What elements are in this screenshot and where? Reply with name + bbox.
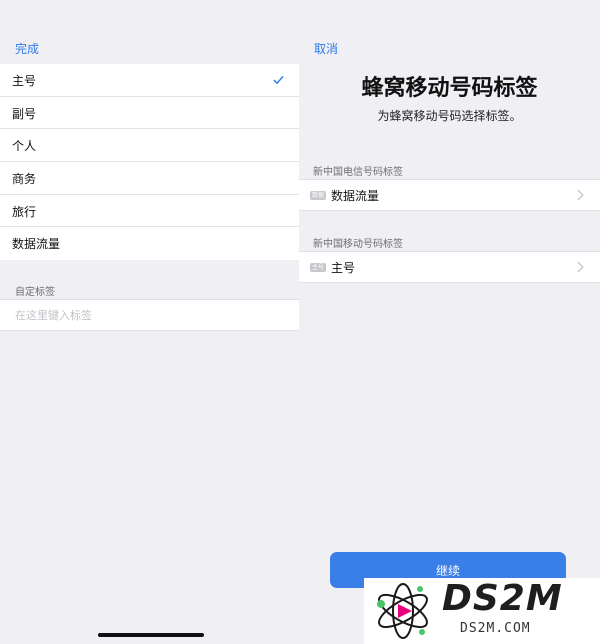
- watermark: DS2M DS2M.COM: [364, 578, 600, 644]
- atom-logo-icon: [377, 583, 428, 639]
- label-list: 主号 副号 个人 商务 旅行 数据流量: [0, 64, 299, 261]
- done-button[interactable]: 完成: [15, 40, 39, 57]
- checkmark-icon: [273, 76, 284, 85]
- line-row-mobile[interactable]: 主号 主号: [299, 251, 600, 283]
- watermark-url: DS2M.COM: [460, 621, 531, 636]
- custom-label-field-container: [0, 299, 299, 331]
- label-option-cellular-data[interactable]: 数据流量: [0, 227, 299, 260]
- cancel-button[interactable]: 取消: [314, 40, 338, 57]
- label-option-text: 旅行: [12, 204, 37, 219]
- line-row-telecom[interactable]: 数据 数据流量: [299, 179, 600, 211]
- home-indicator[interactable]: [98, 633, 204, 637]
- chevron-right-icon: [577, 261, 584, 273]
- label-picker-panel: 完成 主号 副号 个人 商务 旅行 数据流量 自定标签: [0, 0, 299, 644]
- label-option-text: 数据流量: [12, 237, 61, 252]
- label-option-travel[interactable]: 旅行: [0, 195, 299, 228]
- line-label: 主号: [331, 260, 356, 275]
- line-label: 数据流量: [331, 188, 380, 203]
- watermark-brand: DS2M: [442, 578, 563, 619]
- cellular-labels-panel: 取消 蜂窝移动号码标签 为蜂窝移动号码选择标签。 新中国电信号码标签 数据 数据…: [299, 0, 600, 644]
- sim-badge: 数据: [310, 190, 327, 200]
- label-option-business[interactable]: 商务: [0, 162, 299, 195]
- label-option-text: 主号: [12, 73, 37, 88]
- label-option-text: 副号: [12, 106, 37, 121]
- label-option-text: 商务: [12, 171, 37, 186]
- page-title: 蜂窝移动号码标签: [361, 76, 538, 101]
- sim-badge: 主号: [310, 262, 327, 272]
- page-subtitle: 为蜂窝移动号码选择标签。: [377, 109, 522, 123]
- section-header-telecom: 新中国电信号码标签: [313, 167, 403, 178]
- label-option-text: 个人: [12, 139, 37, 154]
- chevron-right-icon: [577, 189, 584, 201]
- label-option-secondary[interactable]: 副号: [0, 97, 299, 130]
- section-header-mobile: 新中国移动号码标签: [313, 239, 403, 250]
- custom-label-header: 自定标签: [15, 287, 55, 298]
- label-option-personal[interactable]: 个人: [0, 129, 299, 162]
- label-option-primary[interactable]: 主号: [0, 64, 299, 97]
- custom-label-input[interactable]: [0, 300, 299, 330]
